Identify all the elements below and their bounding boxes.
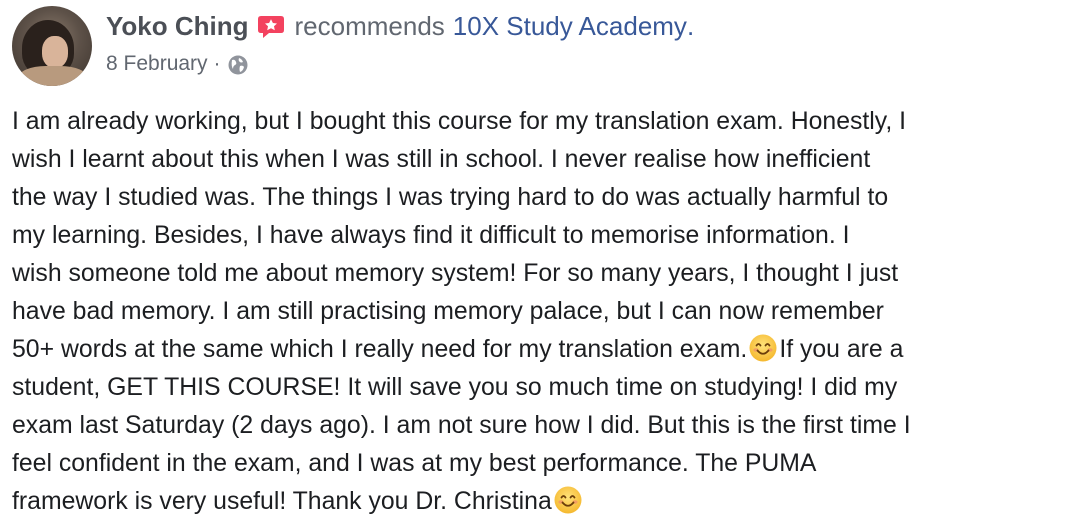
smiling-face-emoji-icon — [553, 485, 583, 515]
smiling-face-emoji-icon — [748, 333, 778, 363]
post-body-line: feel confident in the exam, and I was at… — [12, 450, 817, 477]
post-body-line: exam last Saturday (2 days ago). I am no… — [12, 412, 911, 439]
post-body-line: student, GET THIS COURSE! It will save y… — [12, 374, 898, 401]
post-body: I am already working, but I bought this … — [12, 103, 1064, 521]
post-body-line: I am already working, but I bought this … — [12, 108, 907, 135]
post-body-line: framework is very useful! Thank you Dr. … — [12, 483, 1064, 521]
post-body-line: have bad memory. I am still practising m… — [12, 298, 884, 325]
avatar-shoulder — [18, 66, 88, 86]
avatar[interactable] — [12, 6, 92, 86]
post-body-segment: framework is very useful! Thank you Dr. … — [12, 488, 552, 515]
post-body-line: the way I studied was. The things I was … — [12, 184, 889, 211]
post-body-line: 50+ words at the same which I really nee… — [12, 331, 1064, 369]
post-body-segment: If you are a — [779, 336, 904, 363]
post-body-line: wish someone told me about memory system… — [12, 260, 899, 287]
header-period: . — [686, 10, 695, 41]
post-header: Yoko Ching recommends 10X Study Academy. — [106, 9, 694, 43]
post-date[interactable]: 8 February — [106, 52, 208, 76]
page-link[interactable]: 10X Study Academy — [453, 11, 687, 42]
avatar-face — [42, 36, 68, 68]
recommends-verb: recommends — [294, 10, 445, 41]
post-body-line: wish I learnt about this when I was stil… — [12, 146, 871, 173]
author-name[interactable]: Yoko Ching — [106, 11, 249, 42]
globe-icon[interactable] — [227, 54, 249, 76]
post-body-line: my learning. Besides, I have always find… — [12, 222, 850, 249]
meta-separator: · — [213, 52, 221, 75]
post-body-segment: 50+ words at the same which I really nee… — [12, 336, 748, 363]
recommend-star-icon — [257, 15, 285, 39]
recommendation-post: Yoko Ching recommends 10X Study Academy.… — [0, 0, 1070, 530]
post-meta: 8 February · — [106, 51, 249, 77]
